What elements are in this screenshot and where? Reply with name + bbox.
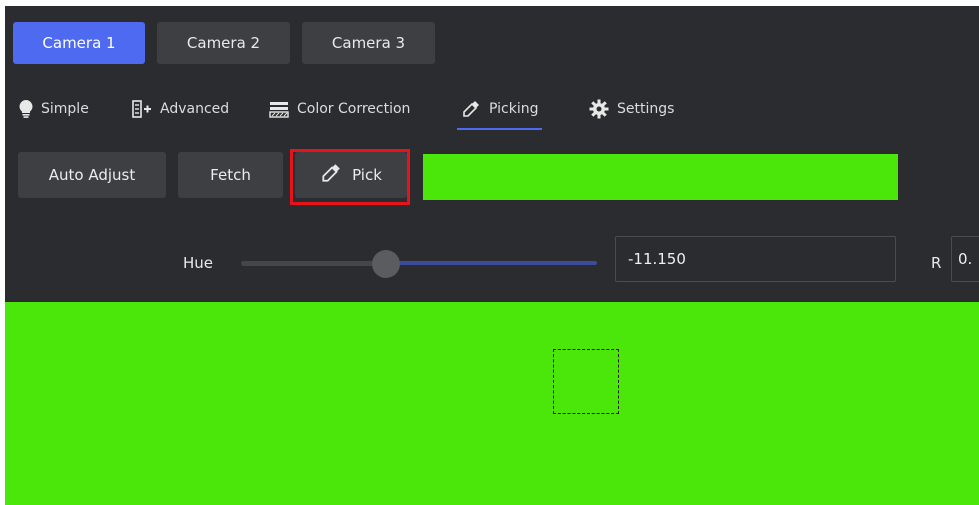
gear-icon [589, 99, 609, 119]
camera-1-button[interactable]: Camera 1 [13, 22, 145, 64]
fetch-button[interactable]: Fetch [178, 152, 283, 198]
active-tab-indicator [457, 128, 543, 130]
auto-adjust-button[interactable]: Auto Adjust [18, 152, 166, 198]
camera-2-button[interactable]: Camera 2 [157, 22, 290, 64]
hue-slider-track-right [386, 261, 597, 265]
r-value-input[interactable] [951, 236, 979, 282]
tab-color-correction[interactable]: Color Correction [269, 88, 410, 130]
tab-simple-label: Simple [41, 101, 89, 117]
hue-label: Hue [183, 254, 214, 272]
tab-simple[interactable]: Simple [19, 88, 89, 130]
hue-slider-thumb[interactable] [372, 250, 400, 278]
tab-settings[interactable]: Settings [589, 88, 674, 130]
tab-color-correction-label: Color Correction [297, 101, 411, 117]
eyedropper-icon [461, 99, 481, 119]
hue-slider-track-left [241, 261, 386, 266]
camera-selector: Camera 1 Camera 2 Camera 3 [5, 6, 979, 78]
hue-slider[interactable] [241, 250, 597, 278]
r-label: R [931, 254, 942, 272]
mode-tabs: Simple Advanced Color Correction Picking [5, 88, 979, 130]
tab-picking-label: Picking [489, 101, 539, 117]
lightbulb-icon [19, 100, 33, 118]
color-correction-icon [269, 100, 289, 118]
pick-button-label: Pick [352, 166, 382, 184]
camera-3-button[interactable]: Camera 3 [302, 22, 435, 64]
tab-advanced-label: Advanced [160, 101, 230, 117]
eyedropper-icon [320, 162, 342, 188]
camera-app: Camera 1 Camera 2 Camera 3 Simple Advanc… [5, 6, 979, 505]
pick-button[interactable]: Pick [295, 152, 407, 198]
tab-advanced[interactable]: Advanced [132, 88, 229, 130]
picked-color-swatch [423, 154, 898, 200]
tab-settings-label: Settings [617, 101, 675, 117]
tab-picking[interactable]: Picking [457, 88, 543, 130]
hue-value-input[interactable] [615, 236, 896, 282]
pick-region-box[interactable] [553, 349, 619, 414]
advanced-icon [132, 100, 152, 118]
camera-preview[interactable] [5, 302, 979, 505]
